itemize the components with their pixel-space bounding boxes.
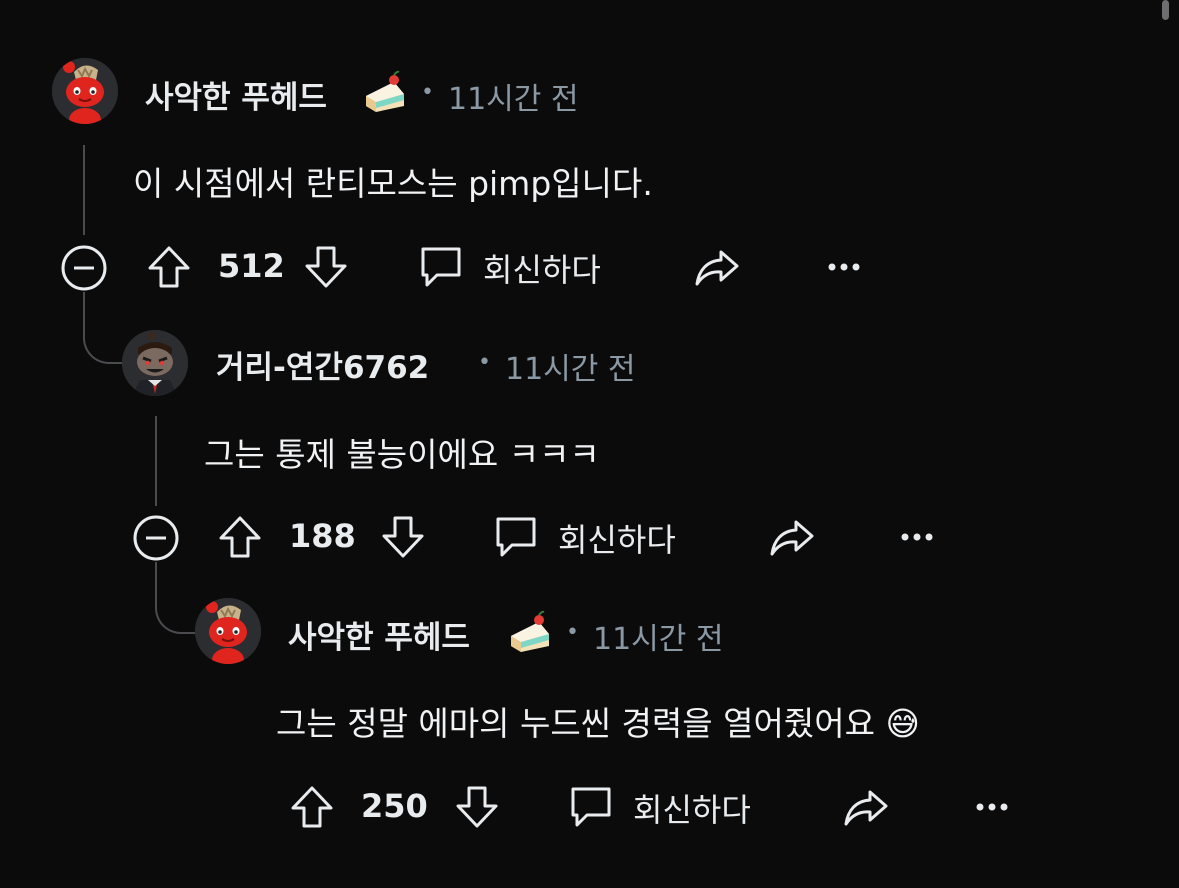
- comment-2-username[interactable]: 거리-연간6762: [216, 342, 429, 387]
- downvote-icon[interactable]: [454, 784, 500, 830]
- comment-1-timestamp: 11시간 전: [448, 82, 579, 117]
- comment-bubble-icon[interactable]: [492, 513, 540, 561]
- snoo-avatar-icon: [122, 330, 188, 396]
- upvote-icon[interactable]: [289, 784, 335, 830]
- avatar[interactable]: [195, 598, 261, 664]
- downvote-icon[interactable]: [303, 244, 349, 290]
- thread-connector-1: [83, 318, 123, 364]
- reply-button[interactable]: 회신하다: [558, 515, 676, 561]
- collapse-icon[interactable]: [59, 243, 109, 293]
- reply-button[interactable]: 회신하다: [633, 785, 751, 831]
- more-options-icon[interactable]: [826, 261, 862, 273]
- more-options-icon[interactable]: [974, 801, 1010, 813]
- scrollbar[interactable]: [1162, 0, 1169, 20]
- comment-2-timestamp: 11시간 전: [505, 352, 636, 387]
- collapse-icon[interactable]: [131, 513, 181, 563]
- more-options-icon[interactable]: [899, 531, 935, 543]
- reply-button[interactable]: 회신하다: [483, 245, 601, 291]
- thread-connector-2: [155, 588, 195, 634]
- meta-separator: •: [421, 80, 434, 105]
- comment-1-username[interactable]: 사악한 푸헤드: [145, 72, 327, 117]
- thread-line-2b: [155, 562, 157, 590]
- upvote-icon[interactable]: [146, 244, 192, 290]
- share-icon[interactable]: [768, 514, 816, 562]
- snoo-avatar-icon: [195, 598, 261, 664]
- vote-count: 512: [218, 247, 285, 285]
- sweat-smile-emoji: 😅: [885, 704, 920, 743]
- share-icon[interactable]: [693, 244, 741, 292]
- vote-count: 188: [289, 517, 356, 555]
- downvote-icon[interactable]: [380, 514, 426, 560]
- comment-1-body: 이 시점에서 란티모스는 pimp입니다.: [133, 164, 653, 203]
- upvote-icon[interactable]: [217, 514, 263, 560]
- cake-icon: [366, 70, 404, 112]
- snoo-avatar-icon: [52, 58, 118, 124]
- comment-3-timestamp: 11시간 전: [593, 622, 724, 657]
- thread-line-1: [83, 145, 85, 235]
- meta-separator: •: [478, 350, 491, 375]
- comment-bubble-icon[interactable]: [567, 783, 615, 831]
- comment-3-username[interactable]: 사악한 푸헤드: [288, 612, 470, 657]
- vote-count: 250: [361, 787, 428, 825]
- avatar[interactable]: [122, 330, 188, 396]
- cake-icon: [511, 610, 549, 652]
- comment-2-body: 그는 통제 불능이에요 ㅋㅋㅋ: [204, 435, 600, 474]
- thread-line-2: [155, 416, 157, 506]
- comment-bubble-icon[interactable]: [417, 243, 465, 291]
- avatar[interactable]: [52, 58, 118, 124]
- meta-separator: •: [566, 620, 579, 645]
- comment-3-body-text: 그는 정말 에마의 누드씬 경력을 열어줬어요: [276, 704, 875, 743]
- thread-line-1b: [83, 292, 85, 320]
- share-icon[interactable]: [842, 784, 890, 832]
- comment-3-body: 그는 정말 에마의 누드씬 경력을 열어줬어요 😅: [276, 697, 920, 745]
